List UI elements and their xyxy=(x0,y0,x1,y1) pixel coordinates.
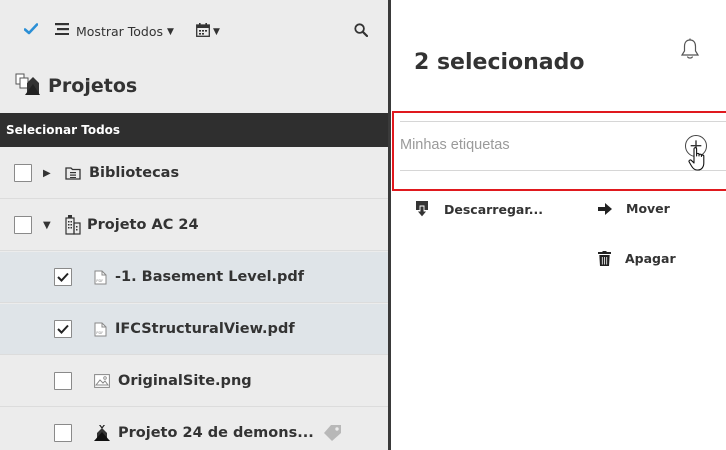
selection-title: 2 selecionado xyxy=(414,50,585,75)
chevron-down-icon[interactable]: ▼ xyxy=(43,220,53,231)
chevron-down-icon: ▼ xyxy=(167,26,174,37)
row-checkbox[interactable] xyxy=(54,372,72,390)
row-checkbox-checked[interactable] xyxy=(54,320,72,338)
trash-icon xyxy=(598,251,611,266)
search-icon[interactable] xyxy=(354,23,368,37)
row-checkbox-checked[interactable] xyxy=(54,268,72,286)
row-label: Projeto AC 24 xyxy=(87,217,199,233)
download-button[interactable]: Descarregar... xyxy=(414,201,543,217)
pdf-icon: PDF xyxy=(94,322,107,337)
filter-dropdown[interactable]: Mostrar Todos ▼ xyxy=(76,24,174,39)
list-icon[interactable] xyxy=(55,23,69,35)
svg-text:PDF: PDF xyxy=(96,331,103,335)
project-tree-panel: Mostrar Todos ▼ ▼ Projetos Selecionar To… xyxy=(0,0,388,450)
row-checkbox[interactable] xyxy=(14,216,32,234)
projects-heading: Projetos xyxy=(14,66,137,106)
tag-icon[interactable] xyxy=(322,424,342,442)
move-button[interactable]: Mover xyxy=(598,201,670,216)
filter-label: Mostrar Todos xyxy=(76,24,164,39)
download-icon xyxy=(414,201,430,217)
row-checkbox[interactable] xyxy=(54,424,72,442)
tree-row-basement-pdf[interactable]: PDF -1. Basement Level.pdf xyxy=(0,252,388,303)
hand-cursor-icon xyxy=(688,146,710,176)
svg-text:PDF: PDF xyxy=(96,279,103,283)
divider xyxy=(400,121,726,122)
building-icon xyxy=(65,215,81,235)
tree-row-projeto-ac-24[interactable]: ▼ Projeto AC 24 xyxy=(0,200,388,251)
select-all-button[interactable]: Selecionar Todos xyxy=(0,113,388,147)
tree-row-ifc-pdf[interactable]: PDF IFCStructuralView.pdf xyxy=(0,304,388,355)
pdf-icon: PDF xyxy=(94,270,107,285)
row-label: Projeto 24 de demons... xyxy=(118,425,314,441)
row-label: -1. Basement Level.pdf xyxy=(115,269,305,285)
tree-toolbar: Mostrar Todos ▼ ▼ xyxy=(0,0,388,60)
move-label: Mover xyxy=(626,201,670,216)
project-icon xyxy=(94,424,110,442)
tree-row-projeto-24-demo[interactable]: Projeto 24 de demons... xyxy=(0,408,388,450)
row-label: IFCStructuralView.pdf xyxy=(115,321,295,337)
row-label: OriginalSite.png xyxy=(118,373,252,389)
tree-row-bibliotecas[interactable]: ▶ Bibliotecas xyxy=(0,148,388,199)
library-icon xyxy=(65,166,81,180)
download-label: Descarregar... xyxy=(444,201,543,217)
divider xyxy=(400,170,726,171)
bell-icon[interactable] xyxy=(680,38,700,64)
delete-button[interactable]: Apagar xyxy=(598,251,676,266)
tags-input[interactable] xyxy=(400,125,670,165)
chevron-down-icon: ▼ xyxy=(213,26,220,37)
calendar-dropdown[interactable]: ▼ xyxy=(196,22,220,41)
projects-icon xyxy=(14,72,40,100)
tree-row-originalsite-png[interactable]: OriginalSite.png xyxy=(0,356,388,407)
image-icon xyxy=(94,374,110,388)
panel-divider[interactable] xyxy=(388,0,391,450)
check-icon[interactable] xyxy=(24,23,38,35)
page-title: Projetos xyxy=(48,75,138,97)
arrow-right-icon xyxy=(598,202,612,215)
delete-label: Apagar xyxy=(625,251,676,266)
row-checkbox[interactable] xyxy=(14,164,32,182)
chevron-right-icon[interactable]: ▶ xyxy=(43,168,53,179)
calendar-icon xyxy=(196,22,210,41)
row-label: Bibliotecas xyxy=(89,165,180,181)
